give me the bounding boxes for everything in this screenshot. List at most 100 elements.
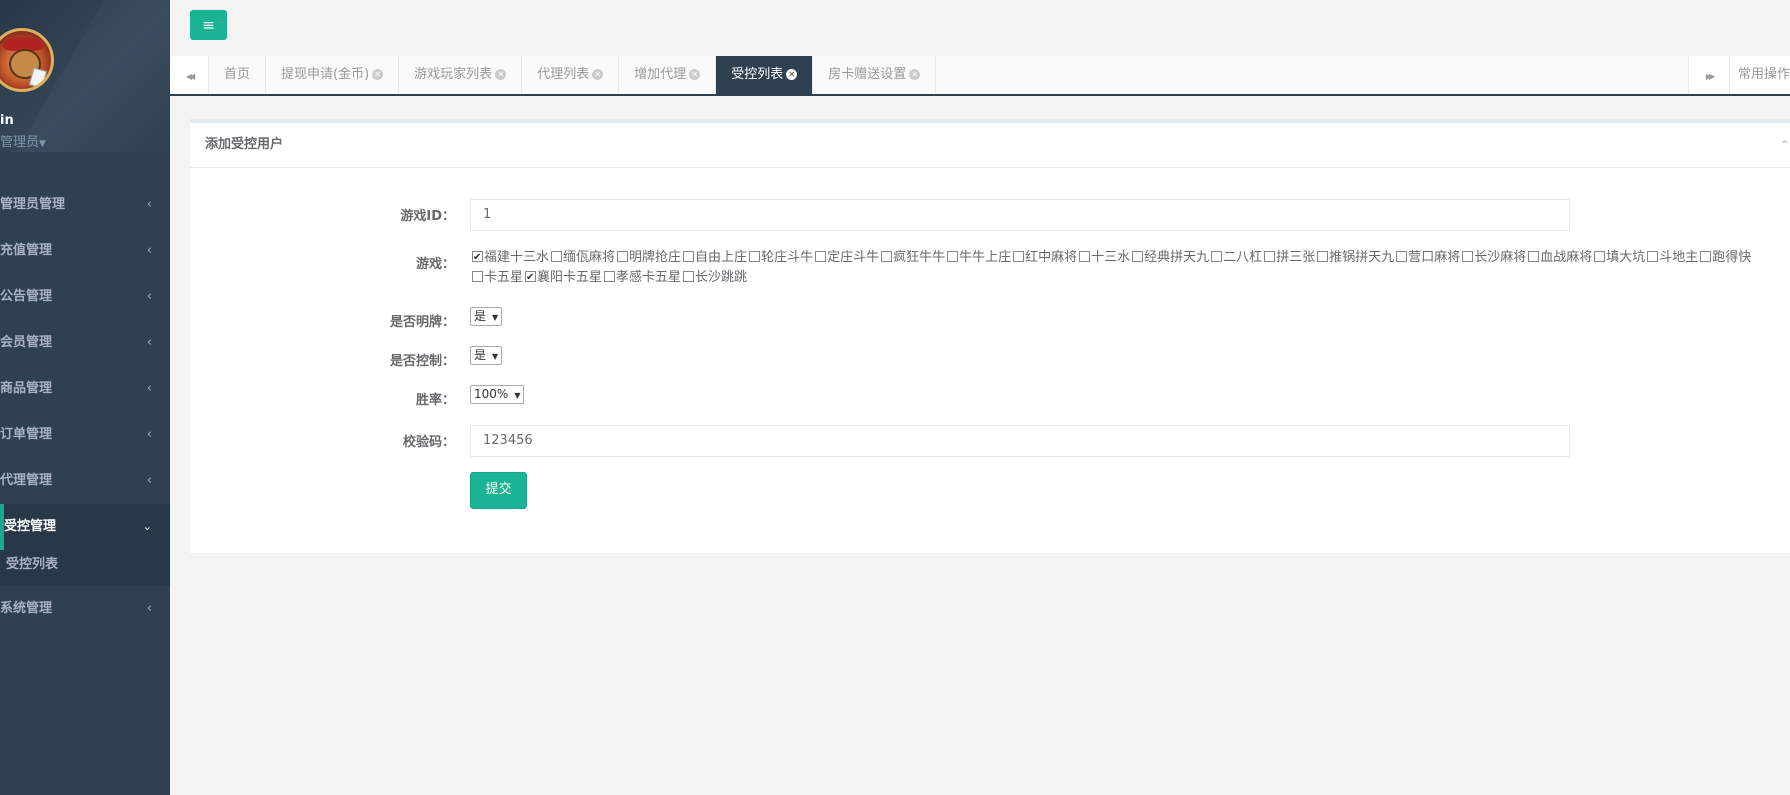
tab-add-agent[interactable]: 增加代理 ✕ — [619, 56, 717, 94]
sidebar-item-label: 管理员管理 — [0, 197, 66, 212]
sidebar-item-announcement[interactable]: 公告管理 ‹ — [0, 274, 170, 320]
game-option[interactable]: 血战麻将 — [1526, 250, 1592, 265]
sidebar-item-agents[interactable]: 代理管理 ‹ — [0, 458, 170, 504]
close-icon[interactable]: ✕ — [909, 69, 921, 80]
game-checkbox[interactable] — [1317, 251, 1329, 262]
game-id-input[interactable]: 1 — [470, 199, 1570, 231]
game-checkbox[interactable] — [472, 271, 483, 282]
submit-button[interactable]: 提交 — [470, 472, 527, 509]
game-label: 自由上庄 — [695, 250, 748, 265]
select-value: 是 — [474, 348, 487, 362]
game-checkbox[interactable] — [1211, 251, 1223, 262]
tab-label: 受控列表 — [731, 67, 784, 82]
game-option[interactable]: 填大坑 — [1592, 250, 1645, 265]
close-icon[interactable]: ✕ — [689, 69, 701, 80]
sidebar-item-recharge[interactable]: 充值管理 ‹ — [0, 228, 170, 274]
close-icon[interactable]: ✕ — [495, 69, 507, 80]
control-select[interactable]: 是 ▼ — [470, 346, 503, 365]
game-option[interactable]: 牛牛上庄 — [945, 250, 1011, 265]
game-option[interactable]: 轮庄斗牛 — [747, 250, 813, 265]
game-checkbox[interactable] — [749, 251, 761, 262]
game-checkbox[interactable] — [551, 251, 563, 262]
game-checkbox[interactable] — [1700, 251, 1712, 262]
close-icon[interactable]: ✕ — [592, 69, 604, 80]
game-option[interactable]: 长沙跳跳 — [681, 270, 747, 285]
game-checkbox[interactable] — [1647, 251, 1659, 262]
chevron-left-icon: ‹ — [146, 381, 152, 396]
sidebar-item-orders[interactable]: 订单管理 ‹ — [0, 412, 170, 458]
game-option[interactable]: 斗地主 — [1645, 250, 1698, 265]
game-checkbox[interactable] — [617, 251, 629, 262]
game-label: 福建十三水 — [484, 250, 550, 265]
game-checkbox[interactable] — [1079, 251, 1091, 262]
game-checkbox[interactable] — [1594, 251, 1606, 262]
tab-players[interactable]: 游戏玩家列表 ✕ — [399, 56, 523, 94]
game-checkbox[interactable] — [525, 268, 537, 288]
collapse-icon[interactable]: ⌃ — [1780, 123, 1790, 167]
game-checkbox[interactable] — [1396, 251, 1408, 262]
game-option[interactable]: 长沙麻将 — [1460, 250, 1526, 265]
chevron-left-icon: ‹ — [146, 197, 152, 212]
game-option[interactable]: 经典拼天九 — [1130, 250, 1209, 265]
tab-roomcard-gift[interactable]: 房卡赠送设置 ✕ — [813, 56, 937, 94]
game-checkbox[interactable] — [1264, 251, 1276, 262]
sidebar-item-controlled[interactable]: 受控管理 ⌄ — [0, 504, 170, 550]
dropdown-arrow-icon: ▼ — [492, 313, 499, 322]
sidebar-item-system[interactable]: 系统管理 ‹ — [0, 586, 170, 632]
game-checkbox[interactable] — [1528, 251, 1540, 262]
verification-code-input[interactable]: 123456 — [470, 425, 1570, 457]
game-id-label: 游戏ID： — [400, 209, 455, 224]
game-option[interactable]: 自由上庄 — [681, 250, 747, 265]
game-checkbox[interactable] — [1013, 251, 1025, 262]
game-checkbox[interactable] — [472, 248, 483, 268]
win-rate-select[interactable]: 100% ▼ — [470, 385, 525, 404]
profile-role-dropdown[interactable]: 管理员▼ — [0, 131, 46, 150]
game-option[interactable]: 孝感卡五星 — [602, 270, 681, 285]
game-checkbox[interactable] — [683, 251, 695, 262]
tabs-forward-button[interactable]: ▶▶ — [1688, 56, 1730, 94]
game-option[interactable]: 定庄斗牛 — [813, 250, 879, 265]
sidebar-item-products[interactable]: 商品管理 ‹ — [0, 366, 170, 412]
game-option[interactable]: 卡五星 — [470, 270, 523, 285]
game-checkbox[interactable] — [947, 251, 959, 262]
sidebar-subitem-controlled-list[interactable]: 受控列表 — [0, 550, 170, 586]
game-option[interactable]: 缅佤麻将 — [549, 250, 615, 265]
avatar[interactable] — [0, 28, 54, 92]
tabs-back-button[interactable]: ◀◀ — [170, 56, 209, 94]
game-option[interactable]: 红中麻将 — [1011, 250, 1077, 265]
sidebar-item-admin[interactable]: 管理员管理 ‹ — [0, 182, 170, 228]
game-option[interactable]: 疯狂牛牛 — [879, 250, 945, 265]
game-checkbox[interactable] — [815, 251, 827, 262]
show-cards-select[interactable]: 是 ▼ — [470, 307, 503, 326]
double-right-arrow-icon: ▶▶ — [1705, 72, 1715, 81]
game-label: 推锅拼天九 — [1329, 250, 1395, 265]
game-checkbox[interactable] — [881, 251, 893, 262]
tab-controlled-list[interactable]: 受控列表 ✕ — [716, 56, 814, 94]
game-checkbox[interactable] — [683, 271, 695, 282]
game-option[interactable]: 十三水 — [1077, 250, 1130, 265]
game-option[interactable]: 襄阳卡五星 — [523, 268, 602, 288]
game-option[interactable]: 明牌抢庄 — [615, 250, 681, 265]
tab-label: 增加代理 — [634, 67, 687, 82]
close-icon[interactable]: ✕ — [786, 69, 798, 80]
sidebar-item-members[interactable]: 会员管理 ‹ — [0, 320, 170, 366]
menu-toggle-button[interactable]: ≡ — [190, 10, 227, 40]
tabs-right-controls: ▶▶ 常用操作 — [1688, 56, 1790, 94]
tab-withdraw[interactable]: 提现申请(金币) ✕ — [266, 56, 400, 94]
close-icon[interactable]: ✕ — [372, 69, 384, 80]
game-checkbox[interactable] — [1132, 251, 1144, 262]
tab-agents[interactable]: 代理列表 ✕ — [522, 56, 620, 94]
game-option[interactable]: 福建十三水 — [470, 248, 550, 268]
game-option[interactable]: 推锅拼天九 — [1315, 250, 1394, 265]
game-checkbox[interactable] — [1462, 251, 1474, 262]
control-label: 是否控制： — [389, 354, 455, 369]
game-option[interactable]: 二八杠 — [1209, 250, 1262, 265]
game-option[interactable]: 跑得快 — [1698, 250, 1751, 265]
tab-home[interactable]: 首页 — [209, 56, 267, 94]
game-option[interactable]: 营口麻将 — [1394, 250, 1460, 265]
tab-label: 代理列表 — [537, 67, 590, 82]
game-option[interactable]: 拼三张 — [1262, 250, 1315, 265]
sidebar: in 管理员▼ 管理员管理 ‹ 充值管理 ‹ 公告管理 ‹ 会员管理 ‹ 商品管理 ‹ 订… — [0, 0, 170, 795]
common-operations-dropdown[interactable]: 常用操作 — [1729, 56, 1790, 94]
game-checkbox[interactable] — [604, 271, 616, 282]
